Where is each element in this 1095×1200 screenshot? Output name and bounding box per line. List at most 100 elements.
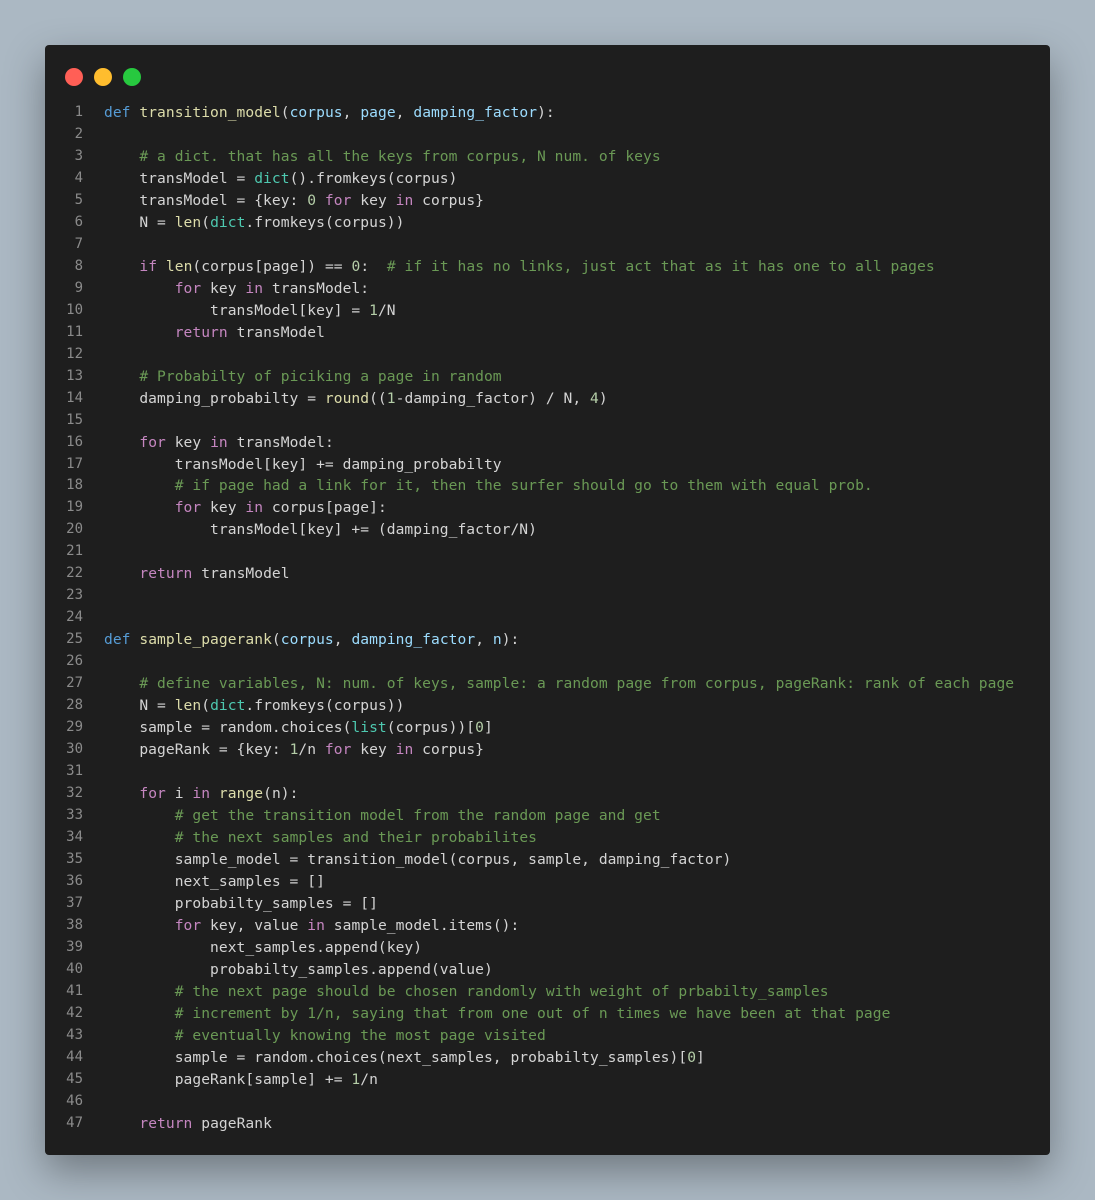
code-token: ( — [201, 213, 211, 231]
code-line: 13 # Probabilty of piciking a page in ra… — [45, 366, 1050, 388]
line-number: 33 — [66, 807, 83, 823]
code-token: for — [174, 499, 202, 517]
code-line: 37 probabilty_samples = [] — [45, 893, 1050, 915]
code-token: transModel: — [227, 433, 334, 451]
code-text: pageRank = {key: 1/n for key in corpus} — [104, 739, 484, 761]
code-text: pageRank[sample] += 1/n — [104, 1069, 378, 1091]
code-line: 45 pageRank[sample] += 1/n — [45, 1069, 1050, 1091]
code-line: 46 — [45, 1091, 1050, 1113]
line-number: 8 — [74, 257, 83, 274]
code-token: in — [210, 433, 228, 451]
code-token: ): — [537, 104, 555, 121]
code-token: dict — [254, 169, 290, 187]
code-token: corpus} — [413, 741, 485, 759]
code-token: .fromkeys(corpus)) — [245, 697, 405, 715]
line-number: 25 — [66, 631, 83, 648]
window-controls — [65, 68, 141, 86]
code-token: (corpus))[ — [386, 719, 476, 737]
code-token: # define variables, N: num. of keys, sam… — [139, 675, 1015, 693]
code-token: transModel — [192, 565, 290, 583]
code-line: 15 — [45, 410, 1050, 432]
code-line: 23 — [45, 585, 1050, 607]
line-number: 24 — [66, 609, 83, 626]
code-token: # a dict. that has all the keys from cor… — [139, 147, 661, 165]
code-token: # the next samples and their probabilite… — [174, 828, 537, 846]
code-token: 0 — [687, 1048, 697, 1066]
code-window: 1 def transition_model(corpus, page, damp… — [45, 45, 1050, 1155]
line-number: 28 — [66, 697, 83, 714]
code-token: N = — [104, 697, 175, 715]
code-token: for — [324, 191, 352, 209]
code-token: len — [165, 257, 193, 275]
code-text: sample_model = transition_model(corpus, … — [104, 849, 732, 871]
line-number: 6 — [74, 213, 83, 230]
close-dot-icon[interactable] — [65, 68, 83, 86]
line-number: 20 — [66, 521, 83, 538]
code-token: 4 — [590, 389, 599, 407]
code-token: ( — [280, 104, 290, 121]
code-text: for key in corpus[page]: — [104, 497, 387, 519]
code-token: in — [395, 191, 414, 209]
code-line: 4 transModel = dict().fromkeys(corpus) — [45, 168, 1050, 190]
code-token: return — [139, 565, 193, 583]
code-line: 9 for key in transModel: — [45, 278, 1050, 300]
code-token: 0 — [351, 257, 361, 275]
code-text: transModel = dict().fromkeys(corpus) — [104, 168, 457, 190]
code-line: 17 transModel[key] += damping_probabilty — [45, 454, 1050, 476]
line-number: 30 — [66, 741, 83, 758]
code-token: /n — [360, 1070, 378, 1088]
line-number: 42 — [66, 1004, 83, 1021]
code-token: transModel: — [263, 279, 370, 297]
line-number: 14 — [66, 389, 83, 406]
code-token: /N — [377, 301, 396, 319]
code-token: key — [165, 433, 211, 451]
maximize-dot-icon[interactable] — [123, 68, 141, 86]
code-token: n — [492, 631, 502, 649]
code-text: probabilty_samples = [] — [104, 893, 378, 915]
code-token: , — [342, 104, 361, 121]
code-token: # increment by 1/n, saying that from one… — [174, 1004, 891, 1022]
code-line: 24 — [45, 607, 1050, 629]
code-token: i — [165, 785, 193, 803]
minimize-dot-icon[interactable] — [94, 68, 112, 86]
code-token: for — [324, 741, 352, 759]
line-number: 10 — [66, 301, 83, 318]
code-text: for i in range(n): — [104, 783, 298, 805]
code-token: sample_pagerank — [139, 631, 272, 649]
code-token: pageRank = {key: — [104, 741, 290, 759]
code-text: def transition_model(corpus, page, dampi… — [104, 102, 555, 124]
line-number: 15 — [66, 411, 83, 428]
code-line: 20 transModel[key] += (damping_factor/N) — [45, 519, 1050, 541]
code-line: 21 — [45, 541, 1050, 563]
code-line: 29 sample = random.choices(list(corpus))… — [45, 717, 1050, 739]
line-number: 17 — [66, 455, 83, 472]
code-token: # get the transition model from the rand… — [174, 807, 661, 824]
code-token: , — [333, 631, 352, 649]
code-text: next_samples = [] — [104, 871, 325, 893]
code-token: # eventually knowing the most page visit… — [174, 1026, 546, 1044]
line-number: 7 — [74, 235, 83, 252]
line-number: 2 — [74, 125, 83, 142]
code-line: 7 — [45, 234, 1050, 256]
code-text: # get the transition model from the rand… — [104, 805, 661, 827]
code-line: 36 next_samples = [] — [45, 871, 1050, 893]
code-text: # define variables, N: num. of keys, sam… — [104, 673, 1014, 695]
line-number: 22 — [66, 565, 83, 582]
line-number: 32 — [66, 785, 83, 802]
code-token: sample = random.choices(next_samples, pr… — [104, 1048, 688, 1066]
code-token: # the next page should be chosen randoml… — [174, 982, 829, 1000]
code-token: dict — [210, 213, 246, 231]
code-line: 39 next_samples.append(key) — [45, 937, 1050, 959]
code-token: transModel = {key: — [104, 191, 308, 209]
code-token: def — [104, 631, 131, 649]
line-number: 39 — [66, 938, 83, 955]
code-token: sample = random.choices( — [104, 719, 352, 737]
